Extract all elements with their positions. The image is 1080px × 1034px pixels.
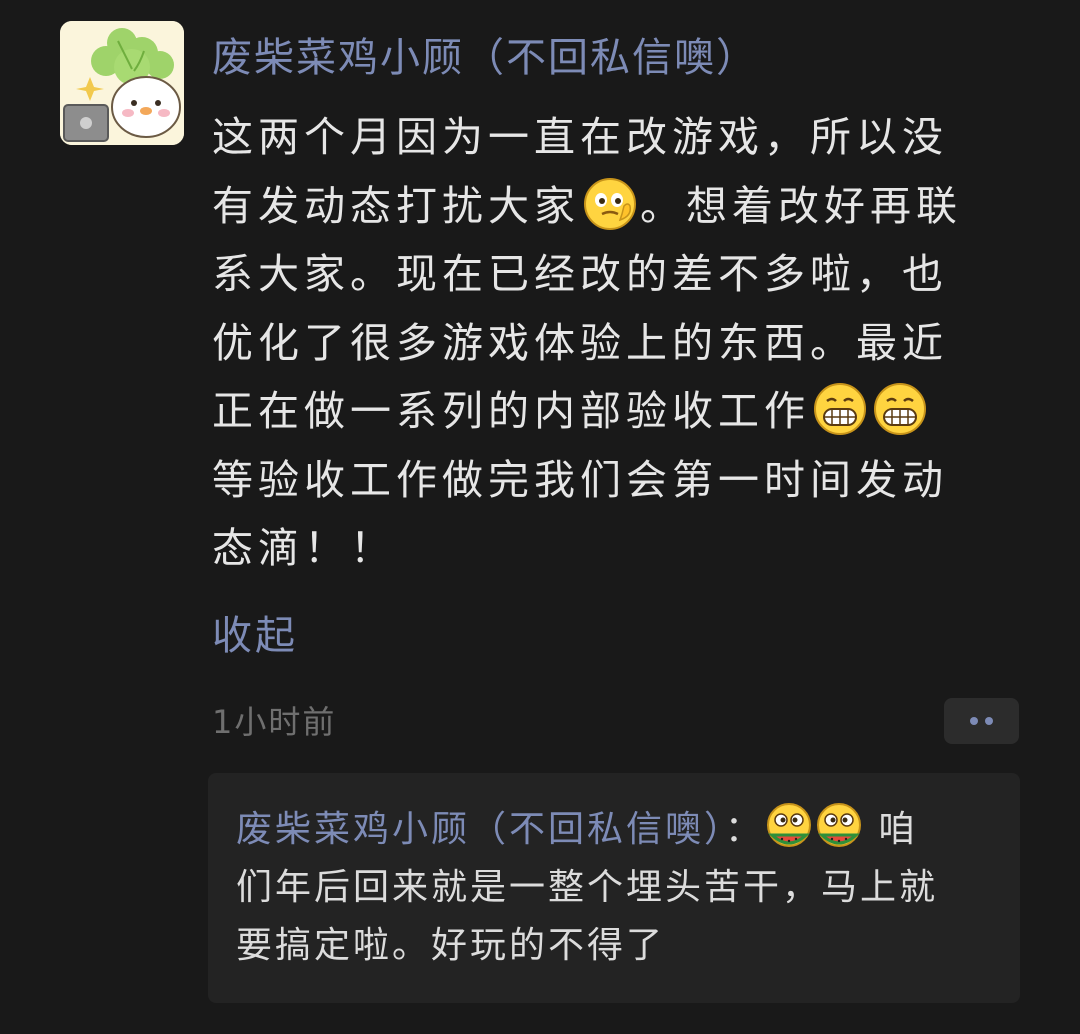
comment-author-name[interactable]: 废柴菜鸡小顾（不回私信噢）	[236, 809, 725, 850]
post-body-line: 优化了很多游戏体验上的东西。最近	[212, 318, 948, 367]
post-body-text: 正在做一系列的内部验收工作	[212, 387, 810, 435]
moment-post: 废柴菜鸡小顾（不回私信噢） 这两个月因为一直在改游戏，所以没 有发动态打扰大家 …	[0, 0, 1080, 1034]
collapse-link[interactable]: 收起	[212, 610, 298, 662]
comment-panel: 废柴菜鸡小顾（不回私信噢）： 咱 们年后回来就是一整个埋头苦干，马上就 要搞定啦…	[208, 773, 1020, 1003]
more-dots-icon	[970, 717, 978, 725]
watermelon-eating-emoji	[764, 801, 814, 851]
thinking-face-emoji	[582, 176, 638, 232]
comment-separator: ：	[725, 809, 765, 850]
post-timestamp: 1小时前	[212, 703, 337, 741]
post-body-line: 这两个月因为一直在改游戏，所以没	[212, 113, 948, 161]
more-actions-button[interactable]	[944, 698, 1019, 744]
post-body-text: 。想着改好再联	[640, 181, 962, 230]
grin-emoji	[872, 381, 928, 437]
comment-line: 们年后回来就是一整个埋头苦干，马上就	[236, 867, 939, 908]
post-body: 这两个月因为一直在改游戏，所以没 有发动态打扰大家 。想着改好再联 系大家。现在…	[212, 103, 1042, 583]
comment-line: 要搞定啦。好玩的不得了	[236, 925, 666, 966]
comment-text: 咱	[878, 809, 918, 850]
comment-line: 废柴菜鸡小顾（不回私信噢）： 咱	[236, 801, 1026, 859]
post-body-line: 等验收工作做完我们会第一时间发动	[212, 455, 948, 504]
more-dots-icon	[985, 717, 993, 725]
watermelon-eating-emoji	[814, 801, 864, 851]
avatar[interactable]	[60, 21, 184, 145]
comment-item[interactable]: 废柴菜鸡小顾（不回私信噢）： 咱 们年后回来就是一整个埋头苦干，马上就 要搞定啦…	[236, 801, 1026, 975]
post-body-line: 系大家。现在已经改的差不多啦，也	[212, 250, 948, 298]
grin-emoji	[812, 381, 868, 437]
post-body-line: 态滴！！	[212, 524, 396, 572]
post-author-name[interactable]: 废柴菜鸡小顾（不回私信噢）	[212, 32, 758, 84]
post-body-text: 有发动态打扰大家	[212, 181, 580, 230]
post-body-line: 正在做一系列的内部验收工作	[212, 377, 1042, 446]
post-body-line: 有发动态打扰大家 。想着改好再联	[212, 172, 1042, 241]
